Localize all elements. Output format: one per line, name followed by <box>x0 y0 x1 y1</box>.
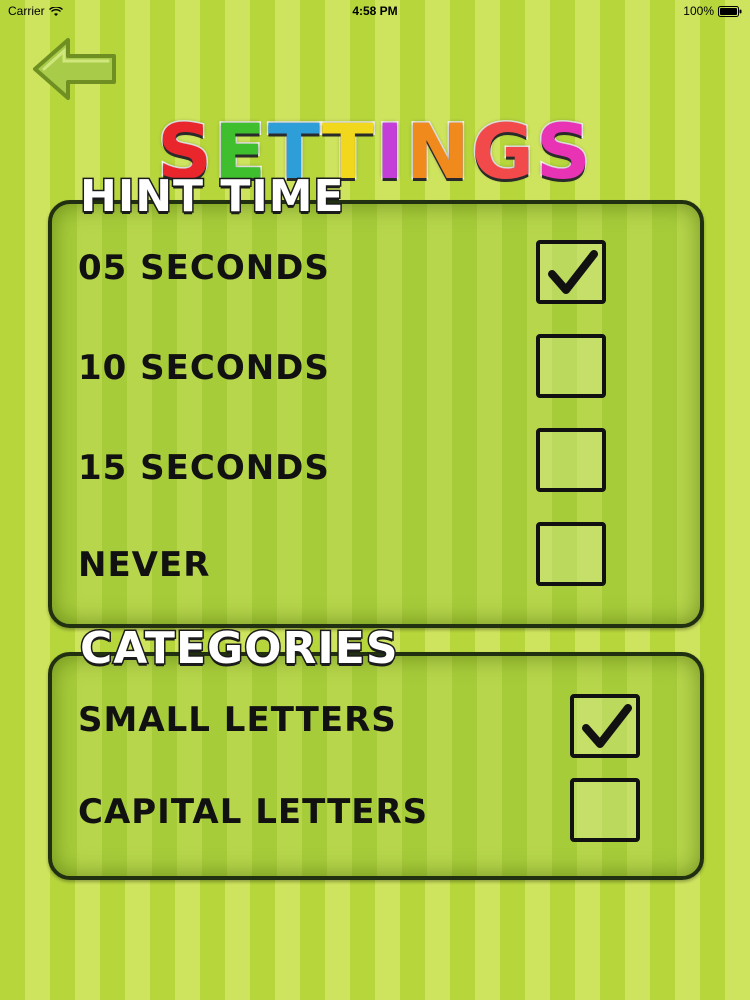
status-time: 4:58 PM <box>352 4 398 18</box>
battery-percent: 100% <box>683 4 714 18</box>
back-button[interactable] <box>30 34 120 104</box>
category-small-letters-checkbox[interactable] <box>570 694 640 758</box>
status-battery: 100% <box>683 4 742 18</box>
status-bar: Carrier 4:58 PM 100% <box>0 0 750 22</box>
hint-option-10-checkbox[interactable] <box>536 334 606 398</box>
hint-option-05-checkbox[interactable] <box>536 240 606 304</box>
battery-icon <box>718 5 742 17</box>
title-letter: I <box>374 107 406 196</box>
checkmark-icon <box>582 704 632 748</box>
hint-option-never-checkbox[interactable] <box>536 522 606 586</box>
arrow-left-icon <box>33 38 116 100</box>
hint-option-15-checkbox[interactable] <box>536 428 606 492</box>
hint-option-05-label: 05 SECONDS <box>78 248 330 288</box>
hint-time-heading: HINT TIME <box>79 170 346 223</box>
categories-panel <box>48 652 704 880</box>
title-letter: N <box>404 107 472 196</box>
title-letter: G <box>470 107 536 196</box>
category-capital-letters-label: CAPITAL LETTERS <box>78 792 429 832</box>
hint-option-10-label: 10 SECONDS <box>78 348 330 388</box>
category-small-letters-label: SMALL LETTERS <box>78 700 397 740</box>
category-capital-letters-checkbox[interactable] <box>570 778 640 842</box>
hint-option-never-label: NEVER <box>78 545 211 585</box>
categories-heading: CATEGORIES <box>79 622 400 675</box>
hint-option-15-label: 15 SECONDS <box>78 448 330 488</box>
checkmark-icon <box>548 250 598 294</box>
title-letter: S <box>534 107 593 196</box>
